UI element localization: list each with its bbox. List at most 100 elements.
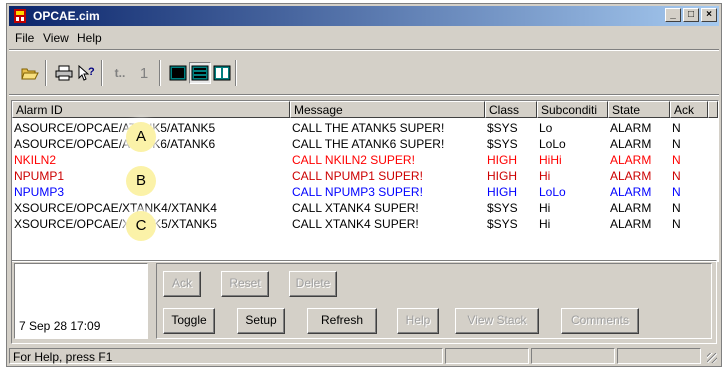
toolbar-separator-line [9, 94, 719, 96]
refresh-button[interactable]: Refresh [307, 308, 377, 334]
view-icon-1[interactable] [167, 62, 189, 84]
toolbar-separator [45, 60, 47, 86]
ack-cell: N [672, 185, 681, 199]
ack-cell: N [672, 201, 681, 215]
ack-cell: N [672, 217, 681, 231]
state-cell: ALARM [610, 169, 652, 183]
subcondition-cell: Hi [539, 169, 551, 183]
class-cell: $SYS [487, 201, 518, 215]
callout-a: A [126, 122, 156, 152]
close-button[interactable]: × [701, 8, 717, 22]
message-cell: CALL XTANK4 SUPER! [292, 201, 419, 215]
list-header: Alarm ID Message Class Subconditi State … [12, 101, 718, 118]
ack-cell: N [672, 153, 681, 167]
comments-button[interactable]: Comments [561, 308, 639, 334]
button-panel: Ack Reset Delete Toggle Setup Refresh He… [156, 263, 712, 339]
toolbar-separator [159, 60, 161, 86]
class-cell: HIGH [487, 185, 517, 199]
column-header-message[interactable]: Message [290, 101, 485, 118]
title-bar[interactable]: OPCAE.cim _ □ × [9, 6, 719, 26]
print-icon[interactable] [53, 62, 75, 84]
subcondition-cell: Hi [539, 201, 551, 215]
toolbar: ? t.. 1 [9, 52, 719, 92]
toggle-button[interactable]: Toggle [163, 308, 215, 334]
class-cell: HIGH [487, 169, 517, 183]
column-header-class[interactable]: Class [485, 101, 537, 118]
table-row[interactable]: XSOURCE/OPCAE/XTANK4/XTANK4 CALL XTANK4 S… [12, 200, 718, 216]
view-icon-3[interactable] [211, 62, 233, 84]
table-row[interactable]: NKILN2 CALL NKILN2 SUPER! HIGH HiHi ALARM N [12, 152, 718, 168]
toolbar-separator [235, 60, 237, 86]
subcondition-cell: Hi [539, 217, 551, 231]
setup-button[interactable]: Setup [237, 308, 285, 334]
menu-view[interactable]: View [43, 31, 69, 45]
table-row[interactable]: ASOURCE/OPCAE/ATANK6/ATANK6 CALL THE ATAN… [12, 136, 718, 152]
callout-c: C [126, 211, 156, 241]
toolbar-separator [101, 60, 103, 86]
class-cell: HIGH [487, 153, 517, 167]
view-stack-button[interactable]: View Stack [455, 308, 539, 334]
class-cell: $SYS [487, 121, 518, 135]
subcondition-cell: LoLo [539, 185, 566, 199]
class-cell: $SYS [487, 137, 518, 151]
status-pane-main: For Help, press F1 [9, 348, 443, 364]
state-cell: ALARM [610, 153, 652, 167]
alarm-id-cell: NPUMP1 [14, 169, 65, 183]
table-row[interactable]: XSOURCE/OPCAE/XTANK5/XTANK5 CALL XTANK4 S… [12, 216, 718, 232]
ack-cell: N [672, 137, 681, 151]
main-window: OPCAE.cim _ □ × File View Help ? t.. 1 A… [6, 3, 722, 367]
resize-grip-icon[interactable] [707, 353, 717, 363]
alarm-list[interactable]: Alarm ID Message Class Subconditi State … [11, 100, 719, 262]
state-cell: ALARM [610, 201, 652, 215]
table-row[interactable]: ASOURCE/OPCAE/ATANK5/ATANK5 CALL THE ATAN… [12, 120, 718, 136]
message-cell: CALL XTANK4 SUPER! [292, 217, 419, 231]
open-icon[interactable] [19, 62, 41, 84]
alarm-id-cell: NKILN2 [14, 153, 57, 167]
status-text: For Help, press F1 [13, 350, 113, 364]
menu-help[interactable]: Help [77, 31, 102, 45]
svg-text:?: ? [88, 66, 95, 78]
maximize-button[interactable]: □ [683, 8, 699, 22]
message-cell: CALL THE ATANK6 SUPER! [292, 137, 445, 151]
delete-button[interactable]: Delete [289, 271, 337, 297]
subcondition-cell: Lo [539, 121, 553, 135]
alarm-id-cell: XSOURCE/OPCAE/XTANK5/XTANK5 [14, 217, 217, 231]
alarm-id-cell: ASOURCE/OPCAE/ATANK5/ATANK5 [14, 121, 216, 135]
message-cell: CALL NPUMP1 SUPER! [292, 169, 423, 183]
class-cell: $SYS [487, 217, 518, 231]
minimize-button[interactable]: _ [665, 8, 681, 22]
table-row[interactable]: NPUMP3 CALL NPUMP3 SUPER! HIGH LoLo ALARM N [12, 184, 718, 200]
state-cell: ALARM [610, 217, 652, 231]
one-icon[interactable]: 1 [133, 62, 155, 84]
column-header-subcondition[interactable]: Subconditi [537, 101, 608, 118]
state-cell: ALARM [610, 185, 652, 199]
table-row[interactable]: NPUMP1 CALL NPUMP1 SUPER! HIGH Hi ALARM N [12, 168, 718, 184]
subcondition-cell: LoLo [539, 137, 566, 151]
column-header-state[interactable]: State [608, 101, 670, 118]
message-cell: CALL THE ATANK5 SUPER! [292, 121, 445, 135]
first-alarm-icon[interactable]: t.. [109, 62, 131, 84]
alarm-id-cell: XSOURCE/OPCAE/XTANK4/XTANK4 [14, 201, 217, 215]
status-pane-2 [445, 348, 529, 364]
ack-cell: N [672, 169, 681, 183]
callout-b: B [126, 166, 156, 196]
alarm-id-cell: NPUMP3 [14, 185, 65, 199]
menu-file[interactable]: File [15, 31, 34, 45]
status-pane-3 [531, 348, 615, 364]
column-header-filler [708, 101, 718, 118]
app-icon [14, 9, 26, 23]
message-cell: CALL NPUMP3 SUPER! [292, 185, 423, 199]
status-pane-4 [617, 348, 701, 364]
help-pointer-icon[interactable]: ? [75, 62, 97, 84]
help-button[interactable]: Help [397, 308, 439, 334]
status-bar: For Help, press F1 [9, 347, 719, 365]
menu-bar: File View Help [9, 28, 719, 47]
view-icon-2[interactable] [189, 62, 211, 84]
column-header-alarm-id[interactable]: Alarm ID [12, 101, 290, 118]
column-header-ack[interactable]: Ack [670, 101, 708, 118]
datetime-box: 7 Sep 28 17:09 [14, 263, 148, 339]
ack-button[interactable]: Ack [163, 271, 201, 297]
subcondition-cell: HiHi [539, 153, 562, 167]
window-title: OPCAE.cim [33, 9, 100, 23]
reset-button[interactable]: Reset [221, 271, 269, 297]
